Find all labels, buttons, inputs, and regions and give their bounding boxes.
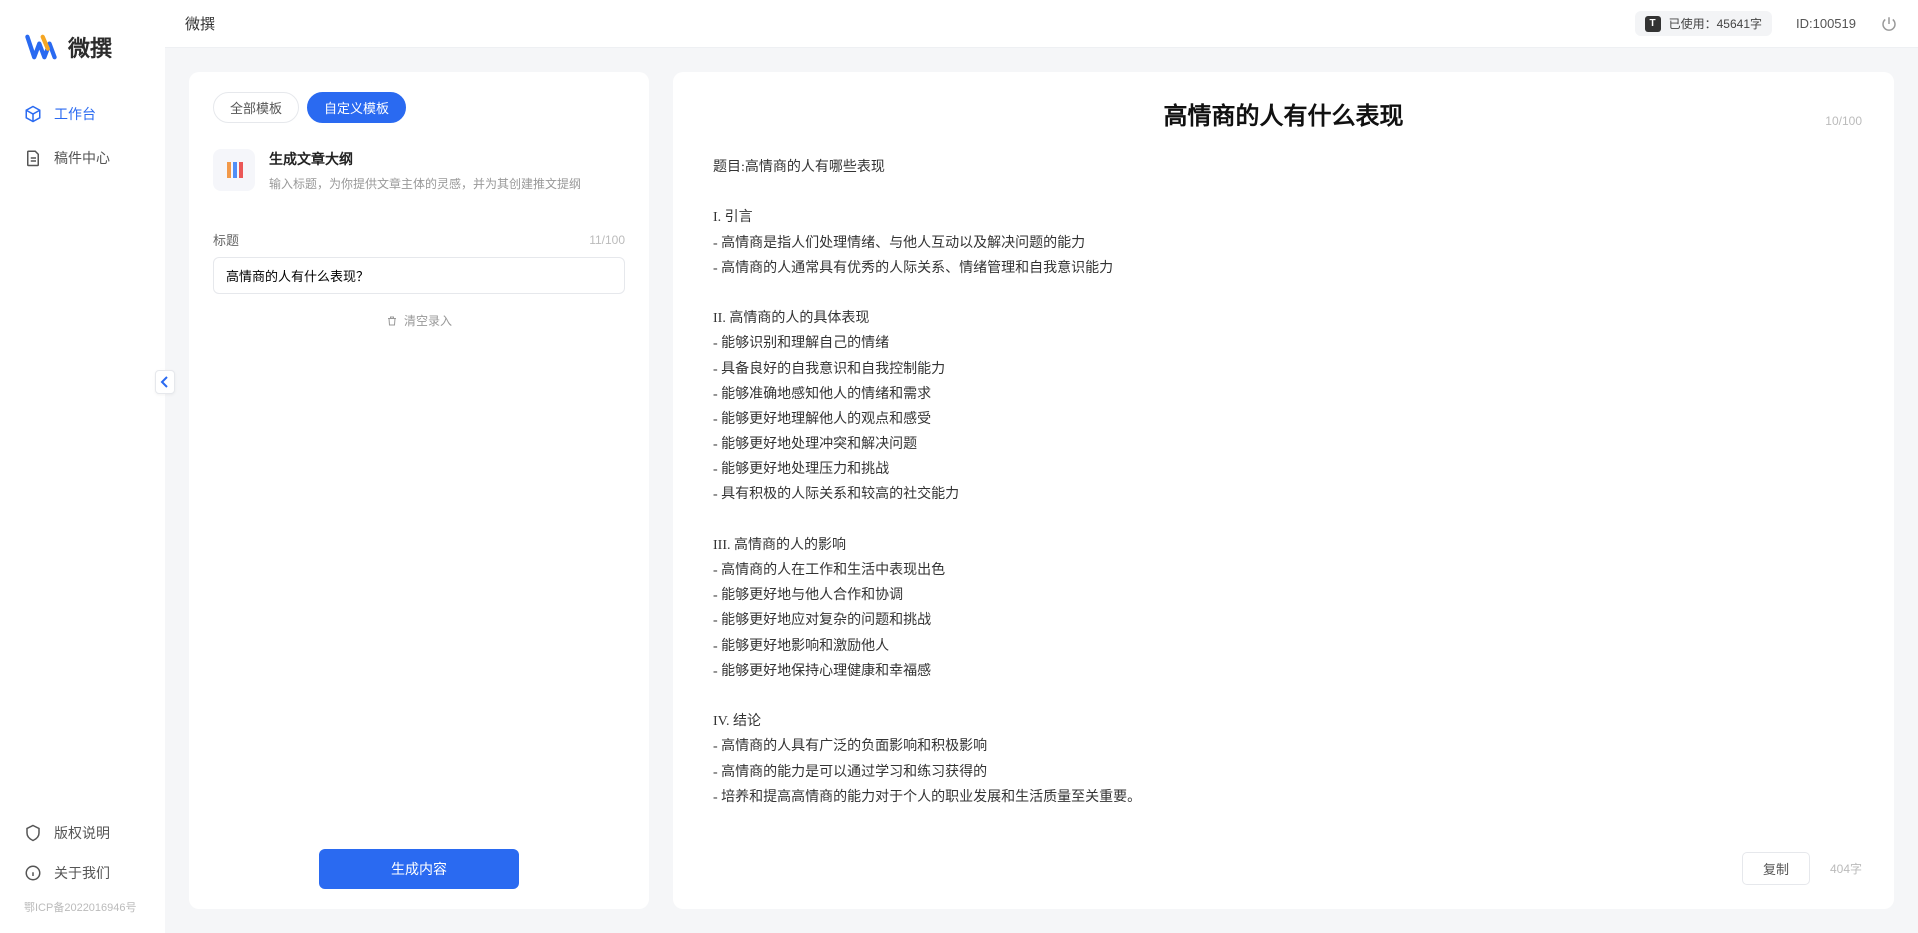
- main-area: 微撰 T 已使用： 45641字 ID:100519 全部模板 自定义模板: [165, 0, 1918, 933]
- logo-icon: [24, 30, 58, 64]
- word-count: 404字: [1830, 860, 1862, 877]
- clear-input-button[interactable]: 清空录入: [386, 312, 452, 329]
- generate-button[interactable]: 生成内容: [319, 849, 519, 889]
- page-title: 微撰: [185, 13, 215, 34]
- shield-icon: [24, 824, 42, 842]
- copy-button[interactable]: 复制: [1742, 852, 1810, 885]
- template-card-icon: [213, 149, 255, 191]
- brand-name: 微撰: [68, 31, 112, 63]
- template-tabs: 全部模板 自定义模板: [213, 92, 625, 123]
- link-copyright[interactable]: 版权说明: [8, 813, 157, 853]
- sidebar-collapse-toggle[interactable]: [155, 370, 175, 394]
- tab-custom-template[interactable]: 自定义模板: [307, 92, 406, 123]
- template-desc: 输入标题，为你提供文章主体的灵感，并为其创建推文提纲: [269, 175, 581, 192]
- usage-badge[interactable]: T 已使用： 45641字: [1635, 11, 1772, 36]
- sidebar-nav: 工作台 稿件中心: [0, 94, 165, 813]
- icp-text: 鄂ICP备2022016946号: [8, 893, 157, 915]
- sidebar-bottom: 版权说明 关于我们 鄂ICP备2022016946号: [0, 813, 165, 923]
- usage-label: 已使用：: [1669, 15, 1717, 32]
- cube-icon: [24, 105, 42, 123]
- link-about[interactable]: 关于我们: [8, 853, 157, 893]
- document-footer: 复制 404字: [705, 836, 1862, 885]
- link-label: 关于我们: [54, 863, 110, 883]
- usage-value: 45641字: [1717, 15, 1762, 32]
- document-body[interactable]: 题目:高情商的人有哪些表现 I. 引言 - 高情商是指人们处理情绪、与他人互动以…: [705, 155, 1862, 836]
- template-title: 生成文章大纲: [269, 149, 581, 169]
- title-field-counter: 11/100: [589, 233, 625, 247]
- power-icon[interactable]: [1880, 15, 1898, 33]
- nav-workbench[interactable]: 工作台: [8, 94, 157, 134]
- chevron-left-icon: [160, 376, 170, 388]
- document-title-counter: 10/100: [1825, 114, 1862, 128]
- nav-label: 工作台: [54, 104, 96, 124]
- doc-icon: [24, 149, 42, 167]
- link-label: 版权说明: [54, 823, 110, 843]
- template-card: 生成文章大纲 输入标题，为你提供文章主体的灵感，并为其创建推文提纲: [213, 143, 625, 210]
- content-row: 全部模板 自定义模板 生成文章大纲 输入标题，为你提供文章主体的灵感，并为其创建…: [165, 48, 1918, 933]
- topbar: 微撰 T 已使用： 45641字 ID:100519: [165, 0, 1918, 48]
- text-icon: T: [1645, 16, 1661, 32]
- title-input[interactable]: [213, 257, 625, 294]
- output-panel: 高情商的人有什么表现 10/100 题目:高情商的人有哪些表现 I. 引言 - …: [673, 72, 1894, 909]
- trash-icon: [386, 315, 398, 327]
- title-field-label: 标题: [213, 230, 239, 249]
- sidebar: 微撰 工作台 稿件中心 版权说明: [0, 0, 165, 933]
- nav-drafts[interactable]: 稿件中心: [8, 138, 157, 178]
- tab-all-templates[interactable]: 全部模板: [213, 92, 299, 123]
- info-icon: [24, 864, 42, 882]
- document-title[interactable]: 高情商的人有什么表现: [705, 96, 1862, 131]
- nav-label: 稿件中心: [54, 148, 110, 168]
- user-id: ID:100519: [1796, 16, 1856, 31]
- clear-label: 清空录入: [404, 312, 452, 329]
- template-panel: 全部模板 自定义模板 生成文章大纲 输入标题，为你提供文章主体的灵感，并为其创建…: [189, 72, 649, 909]
- brand-logo: 微撰: [0, 20, 165, 94]
